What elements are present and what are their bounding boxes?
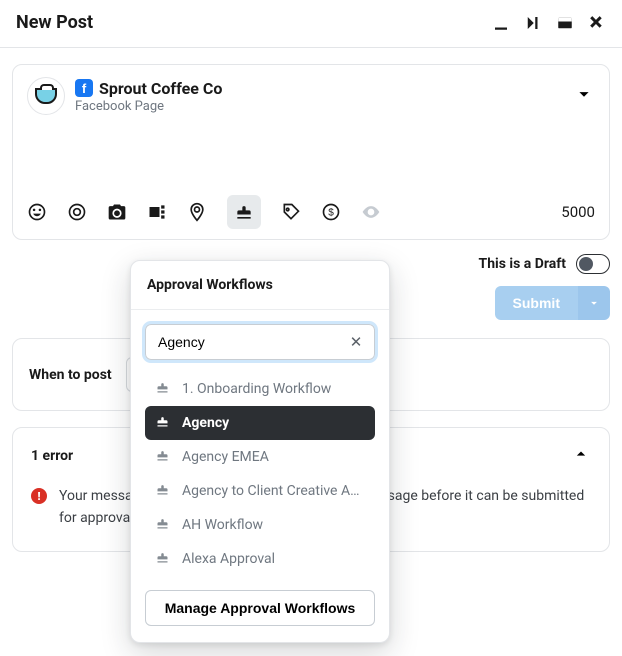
workflow-item[interactable]: AH Workflow — [145, 508, 375, 542]
minimize-icon[interactable] — [492, 14, 510, 32]
facebook-icon: f — [75, 79, 93, 97]
approval-workflows-popover: Approval Workflows ✕ 1. Onboarding Workf… — [130, 260, 390, 643]
stamp-icon — [155, 550, 170, 569]
clear-search-icon[interactable]: ✕ — [347, 333, 365, 351]
account-type: Facebook Page — [75, 99, 563, 114]
close-icon[interactable] — [588, 14, 606, 32]
stamp-icon — [155, 448, 170, 467]
monetize-icon[interactable] — [321, 202, 341, 222]
stamp-icon — [155, 516, 170, 535]
manage-workflows-button[interactable]: Manage Approval Workflows — [145, 590, 375, 626]
account-name: Sprout Coffee Co — [99, 79, 222, 98]
tag-icon[interactable] — [281, 202, 301, 222]
workflow-search-input[interactable] — [145, 324, 375, 360]
preview-eye-icon[interactable] — [361, 202, 381, 222]
workflow-item[interactable]: Agency to Client Creative Ap… — [145, 474, 375, 508]
workflow-item-label: Agency EMEA — [182, 449, 269, 465]
when-label: When to post — [29, 367, 112, 383]
layers-icon[interactable] — [147, 202, 167, 222]
emoji-icon[interactable] — [27, 202, 47, 222]
maximize-icon[interactable] — [556, 14, 574, 32]
account-text: f Sprout Coffee Co Facebook Page — [75, 79, 563, 114]
stamp-icon — [155, 482, 170, 501]
char-count: 5000 — [561, 203, 595, 221]
workflow-item[interactable]: Agency EMEA — [145, 440, 375, 474]
window-title: New Post — [16, 12, 93, 33]
workflow-item-label: AH Workflow — [182, 517, 263, 533]
draft-toggle[interactable] — [576, 254, 610, 274]
account-selector[interactable]: f Sprout Coffee Co Facebook Page — [27, 77, 595, 115]
composer-card: f Sprout Coffee Co Facebook Page 5000 — [12, 64, 610, 240]
error-icon: ! — [31, 488, 47, 504]
stamp-icon — [155, 380, 170, 399]
workflow-item[interactable]: Agency — [145, 406, 375, 440]
approval-stamp-icon[interactable] — [227, 195, 261, 229]
chevron-up-icon[interactable] — [571, 444, 591, 468]
coffee-cup-icon — [35, 88, 57, 104]
camera-icon[interactable] — [107, 202, 127, 222]
compose-textarea[interactable] — [27, 115, 595, 189]
target-icon[interactable] — [67, 202, 87, 222]
composer-toolbar: 5000 — [27, 189, 595, 229]
workflow-item-label: Alexa Approval — [182, 551, 275, 567]
submit-dropdown[interactable] — [578, 286, 610, 320]
window-actions — [492, 14, 606, 32]
workflow-list: 1. Onboarding Workflow Agency Agency EMEA A… — [131, 370, 389, 590]
window-header: New Post — [0, 0, 622, 48]
workflow-item-label: Agency — [182, 415, 229, 431]
workflow-item[interactable]: Alexa Approval — [145, 542, 375, 576]
location-pin-icon[interactable] — [187, 202, 207, 222]
draft-label: This is a Draft — [479, 256, 566, 272]
stamp-icon — [155, 414, 170, 433]
workflow-item[interactable]: 1. Onboarding Workflow — [145, 372, 375, 406]
errors-title: 1 error — [31, 448, 73, 464]
submit-button[interactable]: Submit — [495, 286, 578, 320]
workflow-item-label: 1. Onboarding Workflow — [182, 381, 331, 397]
chevron-down-icon[interactable] — [573, 83, 595, 109]
popover-title: Approval Workflows — [131, 261, 389, 310]
workflow-item-label: Agency to Client Creative Ap… — [182, 483, 365, 499]
collapse-icon[interactable] — [524, 14, 542, 32]
account-avatar — [27, 77, 65, 115]
